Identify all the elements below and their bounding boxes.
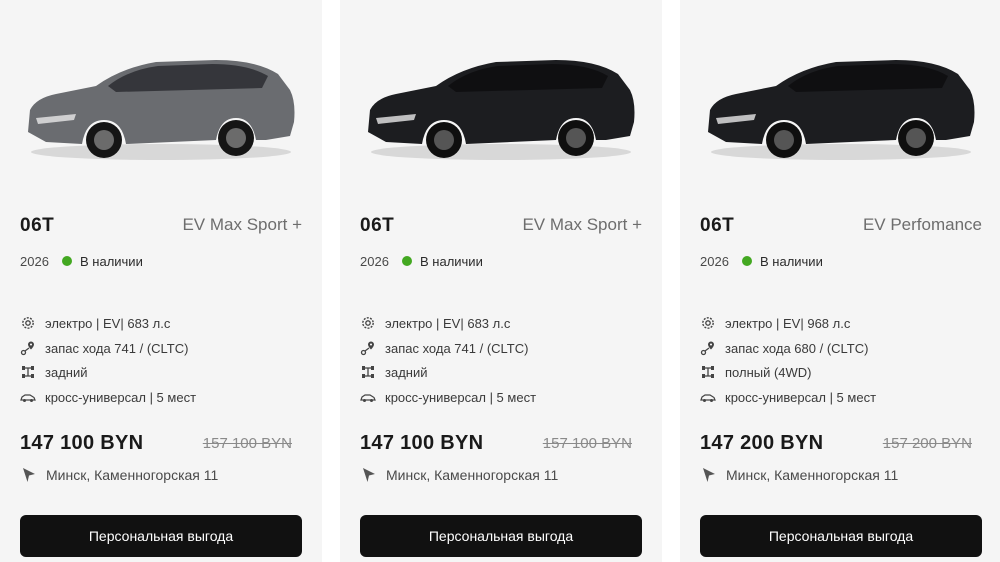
spec-engine: электро | EV| 683 л.с bbox=[360, 314, 510, 332]
car-illustration bbox=[708, 60, 975, 160]
car-image[interactable] bbox=[16, 40, 306, 170]
spec-engine-text: электро | EV| 683 л.с bbox=[45, 315, 171, 331]
availability-dot bbox=[402, 256, 412, 266]
model-year: 2026 bbox=[700, 254, 729, 269]
old-price: 157 100 BYN bbox=[202, 435, 292, 452]
spec-drive-text: задний bbox=[45, 364, 88, 380]
car-image[interactable] bbox=[696, 40, 986, 170]
old-price: 157 100 BYN bbox=[542, 435, 632, 452]
gear-icon bbox=[360, 315, 376, 331]
drivetrain-icon bbox=[700, 364, 716, 380]
trim-name: EV Max Sport + bbox=[182, 215, 302, 234]
spec-range: запас хода 741 / (CLTC) bbox=[20, 339, 188, 357]
car-card[interactable]: 06T EV Max Sport + 2026 В наличии электр… bbox=[0, 0, 322, 562]
spec-body-text: кросс-универсал | 5 мест bbox=[725, 389, 877, 405]
spec-engine: электро | EV| 968 л.с bbox=[700, 314, 850, 332]
spec-body: кросс-универсал | 5 мест bbox=[700, 388, 876, 406]
spec-engine: электро | EV| 683 л.с bbox=[20, 314, 170, 332]
location[interactable]: Минск, Каменногорская 11 bbox=[20, 466, 218, 484]
gear-icon bbox=[700, 315, 716, 331]
availability-status: В наличии bbox=[760, 254, 823, 269]
map-pin-route-icon bbox=[360, 340, 376, 356]
spec-drive: полный (4WD) bbox=[700, 363, 812, 381]
map-pin-route-icon bbox=[700, 340, 716, 356]
spec-body: кросс-универсал | 5 мест bbox=[360, 388, 536, 406]
car-icon bbox=[20, 389, 36, 405]
car-card[interactable]: 06T EV Max Sport + 2026 В наличии электр… bbox=[340, 0, 662, 562]
car-icon bbox=[700, 389, 716, 405]
navigation-arrow-icon bbox=[20, 466, 38, 484]
spec-range-text: запас хода 741 / (CLTC) bbox=[45, 340, 189, 356]
spec-body-text: кросс-универсал | 5 мест bbox=[385, 389, 537, 405]
navigation-arrow-icon bbox=[700, 466, 718, 484]
spec-range-text: запас хода 741 / (CLTC) bbox=[385, 340, 529, 356]
car-card[interactable]: 06T EV Perfomance 2026 В наличии электро… bbox=[680, 0, 1000, 562]
personal-offer-button[interactable]: Персональная выгода bbox=[700, 515, 982, 557]
spec-drive-text: задний bbox=[385, 364, 428, 380]
model-year: 2026 bbox=[360, 254, 389, 269]
spec-range: запас хода 741 / (CLTC) bbox=[360, 339, 528, 357]
model-name: 06T bbox=[700, 215, 735, 236]
availability-dot bbox=[742, 256, 752, 266]
navigation-arrow-icon bbox=[360, 466, 378, 484]
car-image[interactable] bbox=[356, 40, 646, 170]
personal-offer-button[interactable]: Персональная выгода bbox=[20, 515, 302, 557]
location-text: Минск, Каменногорская 11 bbox=[726, 467, 899, 483]
trim-name: EV Max Sport + bbox=[522, 215, 642, 234]
spec-engine-text: электро | EV| 683 л.с bbox=[385, 315, 511, 331]
availability-dot bbox=[62, 256, 72, 266]
availability-status: В наличии bbox=[80, 254, 143, 269]
spec-drive-text: полный (4WD) bbox=[725, 364, 812, 380]
price: 147 200 BYN bbox=[700, 432, 824, 454]
location[interactable]: Минск, Каменногорская 11 bbox=[360, 466, 558, 484]
spec-drive: задний bbox=[20, 363, 87, 381]
spec-drive: задний bbox=[360, 363, 427, 381]
personal-offer-button[interactable]: Персональная выгода bbox=[360, 515, 642, 557]
spec-range-text: запас хода 680 / (CLTC) bbox=[725, 340, 869, 356]
car-illustration bbox=[28, 60, 295, 160]
model-name: 06T bbox=[20, 215, 55, 236]
map-pin-route-icon bbox=[20, 340, 36, 356]
spec-engine-text: электро | EV| 968 л.с bbox=[725, 315, 851, 331]
location-text: Минск, Каменногорская 11 bbox=[386, 467, 559, 483]
drivetrain-icon bbox=[360, 364, 376, 380]
drivetrain-icon bbox=[20, 364, 36, 380]
spec-body-text: кросс-универсал | 5 мест bbox=[45, 389, 197, 405]
model-year: 2026 bbox=[20, 254, 49, 269]
gear-icon bbox=[20, 315, 36, 331]
price: 147 100 BYN bbox=[20, 432, 144, 454]
price: 147 100 BYN bbox=[360, 432, 484, 454]
availability-status: В наличии bbox=[420, 254, 483, 269]
location[interactable]: Минск, Каменногорская 11 bbox=[700, 466, 898, 484]
spec-body: кросс-универсал | 5 мест bbox=[20, 388, 196, 406]
spec-range: запас хода 680 / (CLTC) bbox=[700, 339, 868, 357]
model-name: 06T bbox=[360, 215, 395, 236]
location-text: Минск, Каменногорская 11 bbox=[46, 467, 219, 483]
old-price: 157 200 BYN bbox=[882, 435, 972, 452]
trim-name: EV Perfomance bbox=[862, 215, 982, 234]
car-icon bbox=[360, 389, 376, 405]
car-illustration bbox=[368, 60, 635, 160]
